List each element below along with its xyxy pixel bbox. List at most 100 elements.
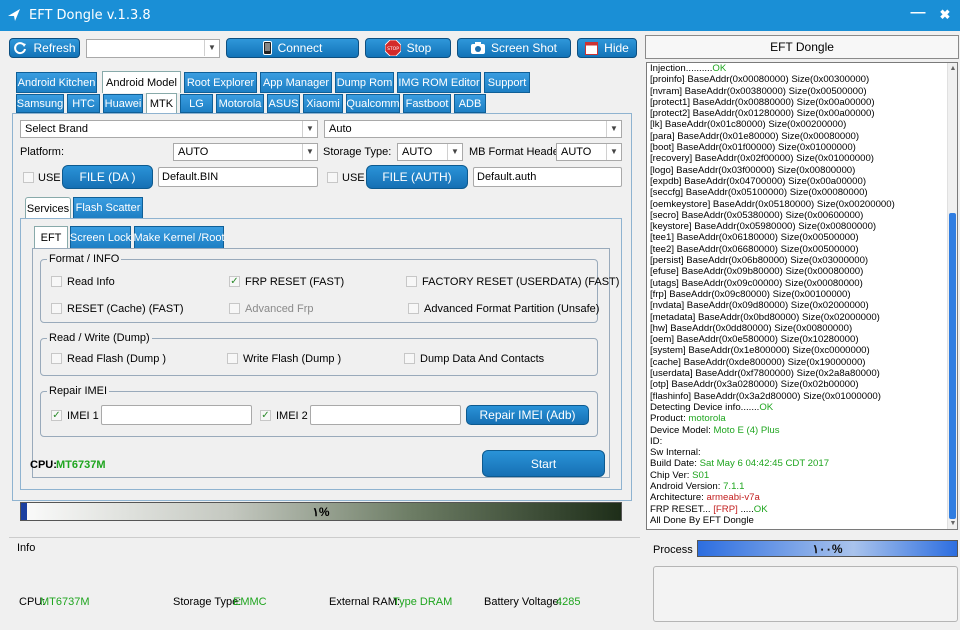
log-segment: Chip Ver: [650, 469, 693, 481]
platform-select[interactable]: AUTO ▼ [173, 143, 318, 161]
tab-asus[interactable]: ASUS [267, 94, 300, 113]
log-segment: [protect1] BaseAddr(0x00880000) Size(0x0… [650, 96, 875, 108]
write-flash-checkbox[interactable] [227, 353, 238, 364]
factory-reset-checkbox[interactable] [406, 276, 417, 287]
main-progress-bar: ١% [20, 502, 622, 521]
reset-cache-checkbox[interactable] [51, 303, 62, 314]
connect-button[interactable]: Connect [226, 38, 359, 58]
log-segment: [lk] BaseAddr(0x01c80000) Size(0x0020000… [650, 119, 847, 131]
file-auth-button[interactable]: FILE (AUTH) [366, 165, 468, 189]
imei1-input[interactable] [101, 405, 252, 425]
imei2-label: IMEI 2 [276, 410, 308, 422]
model-select[interactable]: Auto ▼ [324, 120, 622, 138]
tab-android-kitchen[interactable]: Android Kitchen [16, 72, 97, 93]
log-segment: [proinfo] BaseAddr(0x00080000) Size(0x00… [650, 74, 870, 86]
auth-file-field[interactable]: Default.auth [473, 167, 622, 187]
log-line: FRP RESET... [FRP] .....OK [647, 504, 957, 515]
main-progress-text: ١% [312, 505, 330, 519]
tab-make-kernel-root[interactable]: Make Kernel /Root [133, 226, 225, 249]
window-title: EFT Dongle v.1.3.8 [29, 8, 151, 23]
read-flash-checkbox[interactable] [51, 353, 62, 364]
stop-label: Stop [406, 41, 432, 55]
tab-adb[interactable]: ADB [454, 94, 486, 113]
log-scroll-thumb[interactable] [949, 213, 956, 519]
info-ram-value: Type DRAM [393, 596, 453, 608]
log-line: [protect2] BaseAddr(0x01280000) Size(0x0… [647, 108, 957, 119]
use-da-checkbox[interactable] [23, 172, 34, 183]
info-storage-value: EMMC [233, 596, 267, 608]
log-segment: Product: [650, 413, 689, 425]
imei1-checkbox[interactable]: ✓ [51, 410, 62, 421]
log-segment: Detecting Device info....... [650, 401, 760, 413]
brand-tab-bar: Samsung HTC Huawei MTK LG Motorola ASUS … [16, 93, 636, 113]
read-info-checkbox[interactable] [51, 276, 62, 287]
log-segment: [tee2] BaseAddr(0x06680000) Size(0x00500… [650, 243, 859, 255]
tab-dump-rom[interactable]: Dump Rom [335, 72, 394, 93]
tab-htc[interactable]: HTC [67, 94, 100, 113]
refresh-button[interactable]: Refresh [9, 38, 80, 58]
tab-qualcomm[interactable]: Qualcomm [346, 94, 400, 113]
use-auth-checkbox[interactable] [327, 172, 338, 183]
tab-support[interactable]: Support [484, 72, 530, 93]
log-line: [otp] BaseAddr(0x3a0280000) Size(0x02b00… [647, 379, 957, 390]
file-da-button[interactable]: FILE (DA ) [62, 165, 153, 189]
log-line: [seccfg] BaseAddr(0x05100000) Size(0x000… [647, 187, 957, 198]
tab-screen-lock[interactable]: Screen Lock [70, 226, 131, 249]
tab-eft[interactable]: EFT [34, 226, 68, 249]
da-file-field[interactable]: Default.BIN [158, 167, 318, 187]
main-tab-bar: Android Kitchen Android Model Root Explo… [16, 71, 636, 93]
imei2-input[interactable] [310, 405, 461, 425]
log-line: [persist] BaseAddr(0x06b80000) Size(0x03… [647, 255, 957, 266]
log-segment: All Done By EFT Dongle [650, 514, 754, 526]
minimize-button[interactable]: — [909, 4, 927, 21]
storage-type-label: Storage Type: [323, 146, 392, 158]
tab-root-explorer[interactable]: Root Explorer [184, 72, 257, 93]
info-ram-label: External RAM: [329, 596, 400, 608]
start-button[interactable]: Start [482, 450, 605, 477]
log-segment: Build Date: [650, 458, 700, 470]
log-line: Sw Internal: [647, 447, 957, 458]
advanced-frp-checkbox[interactable] [229, 303, 240, 314]
scroll-up-icon[interactable]: ▲ [949, 65, 957, 73]
tab-img-rom-editor[interactable]: IMG ROM Editor [397, 72, 481, 93]
log-scrollbar[interactable]: ▲ ▼ [947, 63, 957, 529]
tab-services[interactable]: Services [25, 197, 71, 219]
tab-mtk[interactable]: MTK [146, 93, 177, 113]
dump-data-checkbox[interactable] [404, 353, 415, 364]
tab-app-manager[interactable]: App Manager [260, 72, 332, 93]
log-line: [keystore] BaseAddr(0x05980000) Size(0x0… [647, 221, 957, 232]
log-line: [cache] BaseAddr(0xde800000) Size(0x1900… [647, 357, 957, 368]
tab-flash-scatter[interactable]: Flash Scatter [73, 197, 143, 219]
mb-format-select[interactable]: AUTO ▼ [556, 143, 622, 161]
log-line: [tee2] BaseAddr(0x06680000) Size(0x00500… [647, 244, 957, 255]
advanced-format-checkbox[interactable] [408, 303, 419, 314]
tab-samsung[interactable]: Samsung [16, 94, 64, 113]
storage-type-select[interactable]: AUTO ▼ [397, 143, 463, 161]
port-select[interactable]: ▼ [86, 39, 220, 58]
frp-reset-checkbox[interactable]: ✓ [229, 276, 240, 287]
hide-button[interactable]: Hide [577, 38, 637, 58]
log-line: Chip Ver: S01 [647, 470, 957, 481]
log-segment: Sat May 6 04:42:45 CDT 2017 [699, 458, 830, 470]
repair-imei-button[interactable]: Repair IMEI (Adb) [466, 405, 589, 425]
log-segment: [userdata] BaseAddr(0xf7800000) Size(0x2… [650, 368, 880, 380]
stop-button[interactable]: STOP Stop [365, 38, 451, 58]
screenshot-label: Screen Shot [490, 41, 558, 55]
repair-imei-title: Repair IMEI [47, 385, 110, 397]
log-line: [para] BaseAddr(0x01e80000) Size(0x00080… [647, 131, 957, 142]
log-box[interactable]: Injection..........OK [proinfo] BaseAddr(… [646, 62, 958, 530]
tab-motorola[interactable]: Motorola [216, 94, 264, 113]
log-segment: [nvdata] BaseAddr(0x09d80000) Size(0x020… [650, 300, 869, 312]
brand-select[interactable]: Select Brand ▼ [20, 120, 318, 138]
scroll-down-icon[interactable]: ▼ [949, 520, 957, 528]
tab-xiaomi[interactable]: Xiaomi [303, 94, 343, 113]
log-segment: [cache] BaseAddr(0xde800000) Size(0x1900… [650, 356, 866, 368]
tab-android-model[interactable]: Android Model [102, 71, 181, 93]
tab-huawei[interactable]: Huawei [103, 94, 143, 113]
log-segment: [otp] BaseAddr(0x3a0280000) Size(0x02b00… [650, 379, 859, 391]
tab-lg[interactable]: LG [180, 94, 213, 113]
close-button[interactable]: ✖ [936, 7, 954, 23]
tab-fastboot[interactable]: Fastboot [403, 94, 451, 113]
screenshot-button[interactable]: Screen Shot [457, 38, 571, 58]
imei2-checkbox[interactable]: ✓ [260, 410, 271, 421]
